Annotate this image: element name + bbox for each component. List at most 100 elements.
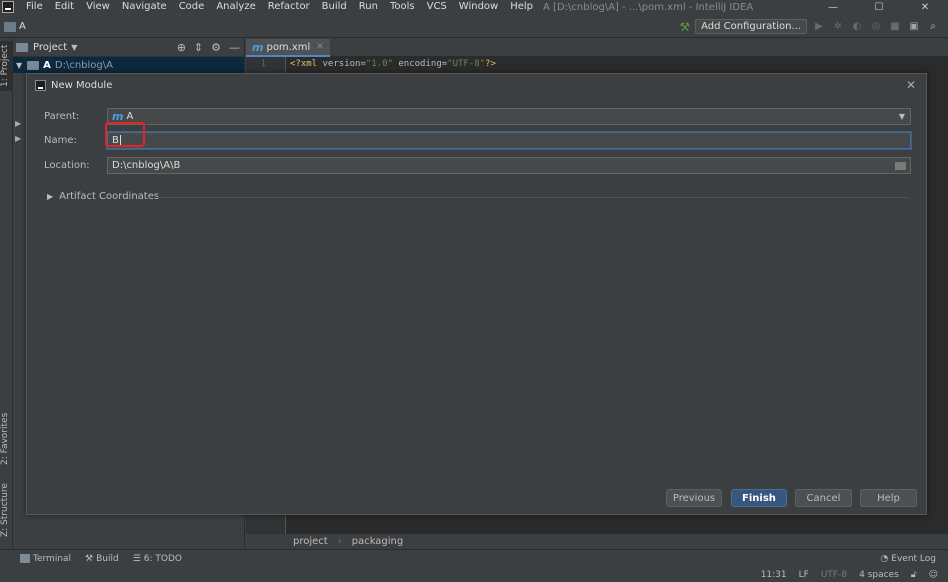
- build-label: Build: [96, 553, 119, 564]
- project-folder-icon: [4, 21, 16, 32]
- tab-label: pom.xml: [266, 41, 311, 53]
- todo-list-icon: ☰: [132, 553, 141, 564]
- locate-icon[interactable]: ⊕: [177, 41, 186, 54]
- menu-run[interactable]: Run: [353, 0, 384, 14]
- indent-setting[interactable]: 4 spaces: [859, 570, 899, 580]
- event-log-label: Event Log: [891, 553, 936, 564]
- name-label: Name:: [44, 135, 77, 146]
- project-structure-icon[interactable]: ▣: [907, 21, 921, 33]
- new-module-dialog: New Module ✕ Parent: m A ▼ Name: B Locat…: [26, 73, 927, 515]
- expand-arrow-icon: ▶: [47, 192, 54, 201]
- run-icon[interactable]: ▶: [812, 21, 826, 33]
- window-title: A [D:\cnblog\A] - ...\pom.xml - IntelliJ…: [543, 1, 754, 13]
- breadcrumb-project[interactable]: project: [293, 536, 328, 547]
- xml-encoding-attr: encoding=: [392, 59, 448, 69]
- hide-panel-icon[interactable]: —: [229, 41, 240, 54]
- search-everywhere-icon[interactable]: ⌕: [926, 21, 940, 33]
- artifact-coordinates-toggle[interactable]: ▶ Artifact Coordinates: [47, 191, 159, 202]
- close-window-button[interactable]: ✕: [902, 2, 948, 13]
- event-log-button[interactable]: ◔ Event Log: [880, 554, 948, 564]
- cursor-position[interactable]: 11:31: [761, 570, 787, 580]
- left-tool-strip: 1: Project 2: Favorites Z: Structure: [0, 39, 13, 548]
- menu-edit[interactable]: Edit: [49, 0, 80, 14]
- menu-help[interactable]: Help: [504, 0, 539, 14]
- menu-build[interactable]: Build: [316, 0, 353, 14]
- xml-decl-close: ?>: [485, 59, 496, 69]
- build-hammer-icon[interactable]: ⚒: [679, 20, 690, 34]
- chevron-down-icon[interactable]: ▼: [71, 43, 77, 52]
- tab-favorites[interactable]: 2: Favorites: [0, 409, 13, 469]
- dialog-title: New Module: [51, 79, 113, 91]
- menu-navigate[interactable]: Navigate: [116, 0, 173, 14]
- menu-vcs[interactable]: VCS: [421, 0, 453, 14]
- location-input[interactable]: D:\cnblog\A\B: [107, 157, 911, 174]
- folder-browse-icon[interactable]: [895, 161, 906, 170]
- add-configuration-button[interactable]: Add Configuration...: [695, 19, 807, 34]
- parent-select[interactable]: m A ▼: [107, 108, 911, 125]
- previous-button[interactable]: Previous: [666, 489, 722, 507]
- name-input[interactable]: B: [107, 132, 911, 149]
- maximize-button[interactable]: ☐: [856, 2, 902, 13]
- todo-tool-button[interactable]: ☰ 6: TODO: [133, 554, 182, 564]
- parent-label: Parent:: [44, 111, 80, 122]
- close-icon[interactable]: ✕: [906, 78, 916, 92]
- terminal-tool-button[interactable]: Terminal: [20, 554, 71, 564]
- menu-analyze[interactable]: Analyze: [210, 0, 261, 14]
- project-panel-title[interactable]: Project: [33, 42, 67, 53]
- help-button[interactable]: Help: [860, 489, 917, 507]
- debug-icon[interactable]: ✲: [831, 21, 845, 33]
- tab-structure[interactable]: Z: Structure: [0, 479, 13, 541]
- minimize-button[interactable]: —: [810, 2, 856, 13]
- menu-view[interactable]: View: [80, 0, 116, 14]
- menu-file[interactable]: File: [20, 0, 49, 14]
- editor-tab-bar: m pom.xml ✕: [246, 39, 948, 57]
- code-line: <?xml version="1.0" encoding="UTF-8"?>: [290, 59, 496, 69]
- project-panel-header: Project ▼ ⊕ ⇕ ⚙ —: [13, 39, 244, 57]
- hammer-icon: ⚒: [85, 553, 94, 564]
- terminal-icon: [20, 554, 30, 563]
- menu-code[interactable]: Code: [173, 0, 211, 14]
- lock-icon[interactable]: 🔓︎: [911, 570, 917, 580]
- line-number: 1: [260, 59, 266, 69]
- gear-icon[interactable]: ⚙: [211, 41, 221, 54]
- collapsed-arrow-icon[interactable]: ▶: [15, 134, 21, 143]
- project-panel-actions: ⊕ ⇕ ⚙ —: [177, 41, 244, 54]
- cancel-button[interactable]: Cancel: [795, 489, 852, 507]
- tree-root-path: D:\cnblog\A: [54, 59, 113, 71]
- xml-encoding-value: "UTF-8": [447, 59, 486, 69]
- todo-label: 6: TODO: [143, 553, 183, 564]
- finish-button[interactable]: Finish: [731, 489, 787, 507]
- build-tool-button[interactable]: ⚒ Build: [85, 554, 119, 564]
- menu-refactor[interactable]: Refactor: [262, 0, 316, 14]
- file-encoding[interactable]: UTF-8: [821, 570, 847, 580]
- expand-arrow-icon[interactable]: ▼: [16, 61, 22, 70]
- menu-window[interactable]: Window: [453, 0, 504, 14]
- section-divider: [157, 197, 909, 198]
- tab-pom-xml[interactable]: m pom.xml ✕: [246, 39, 330, 57]
- coverage-icon[interactable]: ◐: [850, 21, 864, 33]
- line-separator[interactable]: LF: [799, 570, 809, 580]
- dialog-title-bar: New Module ✕: [27, 74, 926, 96]
- stop-icon[interactable]: ■: [888, 21, 902, 33]
- inspector-icon[interactable]: ☺: [929, 570, 938, 580]
- collapse-all-icon[interactable]: ⇕: [194, 41, 203, 54]
- maven-icon: m: [252, 40, 264, 54]
- event-log-icon: ◔: [880, 553, 889, 564]
- editor-breadcrumbs: project › packaging: [246, 534, 948, 548]
- breadcrumb-packaging[interactable]: packaging: [352, 536, 404, 547]
- nav-crumb-project[interactable]: A: [19, 21, 26, 32]
- tab-project[interactable]: 1: Project: [0, 41, 13, 91]
- parent-value: A: [126, 111, 134, 122]
- menu-tools[interactable]: Tools: [384, 0, 421, 14]
- run-toolbar: ⚒ Add Configuration... ▶ ✲ ◐ ◎ ■ ▣ ⌕: [679, 19, 948, 34]
- chevron-down-icon[interactable]: ▼: [899, 112, 905, 121]
- xml-version-attr: version=: [322, 59, 366, 69]
- module-folder-icon: [27, 60, 40, 70]
- location-label: Location:: [44, 160, 90, 171]
- collapsed-arrow-icon[interactable]: ▶: [15, 119, 21, 128]
- bottom-tool-bar: Terminal ⚒ Build ☰ 6: TODO ◔ Event Log: [0, 549, 948, 567]
- close-tab-icon[interactable]: ✕: [316, 42, 324, 52]
- tree-root-item[interactable]: ▼ A D:\cnblog\A: [13, 57, 244, 73]
- profile-icon[interactable]: ◎: [869, 21, 883, 33]
- xml-version-value: "1.0": [365, 59, 393, 69]
